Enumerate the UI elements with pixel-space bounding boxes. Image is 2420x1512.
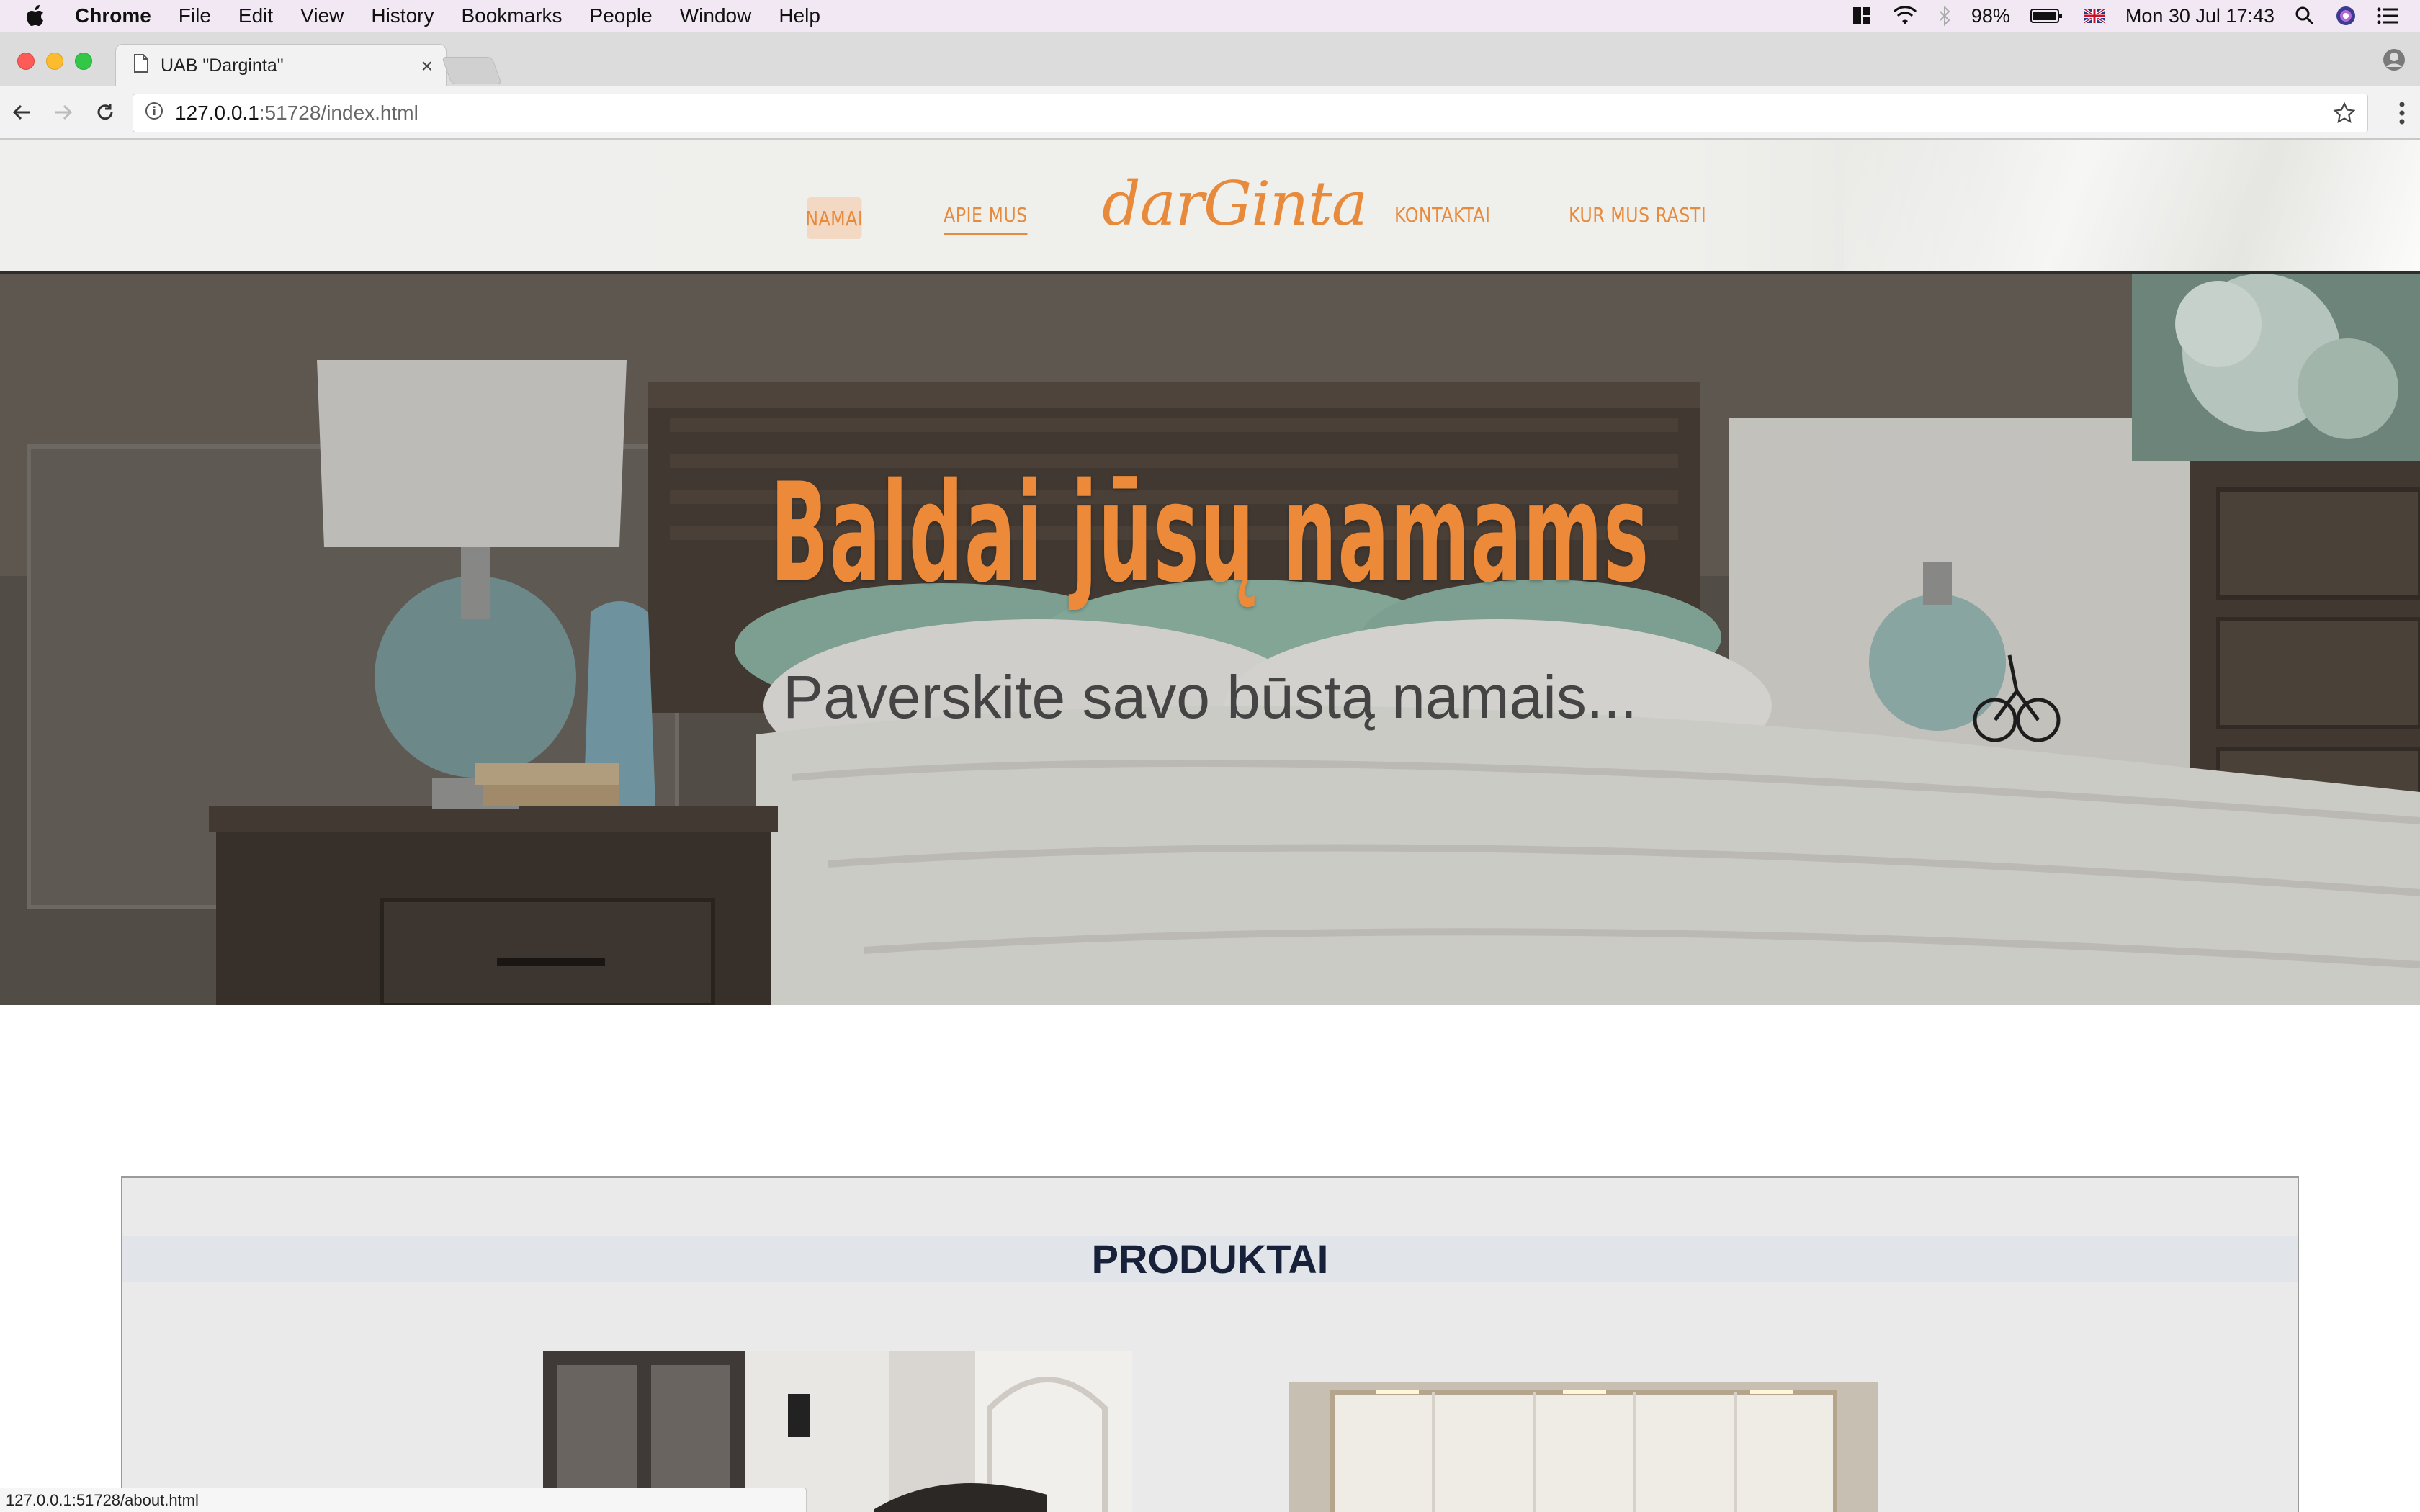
url-host: 127.0.0.1 bbox=[175, 102, 259, 124]
nav-contacts[interactable]: KONTAKTAI bbox=[1394, 203, 1490, 227]
nav-where-to-find[interactable]: KUR MUS RASTI bbox=[1569, 203, 1706, 227]
products-heading: PRODUKTAI bbox=[122, 1236, 2298, 1282]
hero-subtitle: Paverskite savo būstą namais... bbox=[783, 663, 1637, 731]
hero-banner: Baldai jūsų namams Paverskite savo būstą… bbox=[0, 274, 2420, 1005]
macos-menubar: Chrome File Edit View History Bookmarks … bbox=[0, 0, 2420, 32]
reload-icon[interactable] bbox=[85, 92, 125, 132]
hero-title: Baldai jūsų namams bbox=[770, 454, 1650, 613]
page-icon bbox=[133, 53, 149, 78]
tab-active[interactable]: UAB "Darginta" × bbox=[115, 44, 447, 87]
product-image-wardrobe[interactable] bbox=[1289, 1382, 1878, 1512]
link-status-bar: 127.0.0.1:51728/about.html bbox=[0, 1488, 807, 1512]
menu-help[interactable]: Help bbox=[779, 4, 820, 27]
battery-icon[interactable] bbox=[2030, 7, 2063, 24]
window-layout-icon[interactable] bbox=[1852, 6, 1872, 26]
menu-history[interactable]: History bbox=[371, 4, 434, 27]
address-bar[interactable]: 127.0.0.1:51728/index.html bbox=[133, 94, 2368, 132]
menu-view[interactable]: View bbox=[300, 4, 344, 27]
nav-home[interactable]: NAMAI bbox=[805, 197, 864, 239]
spotlight-search-icon[interactable] bbox=[2295, 6, 2315, 26]
status-menus: 98% Mon 30 Jul 17:43 bbox=[1852, 0, 2398, 32]
bookmark-star-icon[interactable] bbox=[2333, 102, 2356, 130]
site-nav: NAMAI APIE MUS darGinta KONTAKTAI KUR MU… bbox=[0, 140, 2420, 271]
tab-title: UAB "Darginta" bbox=[161, 55, 284, 76]
close-window-button[interactable] bbox=[17, 53, 35, 70]
url-path: :51728/index.html bbox=[259, 102, 418, 124]
menu-window[interactable]: Window bbox=[680, 4, 752, 27]
uk-flag-icon[interactable] bbox=[2083, 9, 2105, 23]
new-tab-button[interactable] bbox=[442, 57, 502, 84]
site-logo[interactable]: darGinta bbox=[1102, 168, 1368, 239]
minimize-window-button[interactable] bbox=[46, 53, 63, 70]
menu-app-chrome[interactable]: Chrome bbox=[75, 4, 151, 27]
apple-icon[interactable] bbox=[26, 5, 53, 27]
products-section: PRODUKTAI bbox=[121, 1176, 2299, 1512]
hero-shade-overlay bbox=[0, 274, 2420, 1005]
menu-edit[interactable]: Edit bbox=[238, 4, 273, 27]
info-icon[interactable] bbox=[145, 102, 163, 125]
forward-arrow-icon[interactable] bbox=[43, 92, 84, 132]
back-arrow-icon[interactable] bbox=[1, 92, 42, 132]
wifi-icon[interactable] bbox=[1892, 6, 1918, 26]
clock[interactable]: Mon 30 Jul 17:43 bbox=[2125, 5, 2275, 27]
tab-close-icon[interactable]: × bbox=[421, 55, 433, 78]
browser-toolbar: 127.0.0.1:51728/index.html bbox=[0, 86, 2420, 140]
bluetooth-icon[interactable] bbox=[1938, 6, 1951, 26]
tab-strip: UAB "Darginta" × bbox=[0, 32, 2420, 87]
site-header: NAMAI APIE MUS darGinta KONTAKTAI KUR MU… bbox=[0, 140, 2420, 274]
web-page: NAMAI APIE MUS darGinta KONTAKTAI KUR MU… bbox=[0, 140, 2420, 1512]
menu-bookmarks[interactable]: Bookmarks bbox=[461, 4, 562, 27]
profile-icon[interactable] bbox=[2383, 48, 2406, 75]
chrome-menu-icon[interactable] bbox=[2398, 101, 2406, 129]
zoom-window-button[interactable] bbox=[75, 53, 92, 70]
notification-center-icon[interactable] bbox=[2377, 7, 2398, 24]
battery-percent: 98% bbox=[1971, 4, 2010, 27]
menu-file[interactable]: File bbox=[179, 4, 211, 27]
siri-icon[interactable] bbox=[2335, 5, 2357, 27]
nav-home-label: NAMAI bbox=[805, 206, 864, 230]
menu-people[interactable]: People bbox=[590, 4, 653, 27]
nav-about[interactable]: APIE MUS bbox=[944, 203, 1028, 235]
